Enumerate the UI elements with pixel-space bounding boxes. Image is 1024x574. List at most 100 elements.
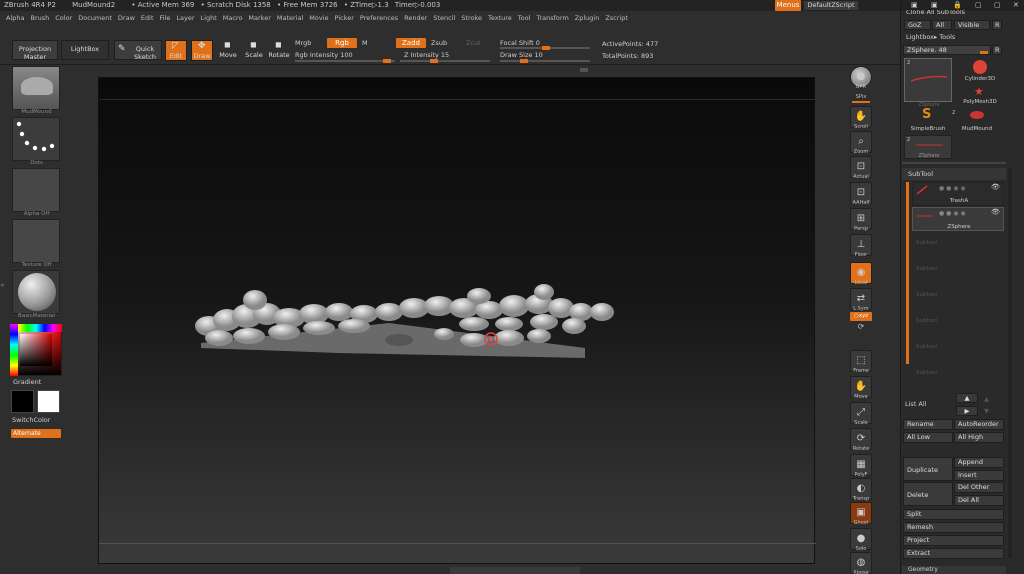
z-intensity-handle[interactable]	[430, 59, 438, 63]
menu-color[interactable]: Color	[55, 12, 72, 25]
tool-thumb-polymesh3d[interactable]: ★ PolyMesh3D	[958, 86, 1002, 108]
zsphere-slider[interactable]: ZSphere. 48	[903, 45, 991, 55]
subtool-toggles-icon[interactable]: ● ● ◉ ◉	[939, 210, 966, 217]
menu-alpha[interactable]: Alpha	[6, 12, 24, 25]
brush-thumbnail[interactable]	[12, 66, 60, 110]
tool-thumb-zsphere[interactable]: 2 ZSphere	[904, 58, 952, 108]
delete-button[interactable]: Delete	[903, 482, 953, 506]
menu-zplugin[interactable]: Zplugin	[575, 12, 600, 25]
zcut-toggle[interactable]: Zcut	[466, 39, 481, 47]
project-button[interactable]: Project	[903, 535, 1004, 546]
scale-button[interactable]: ◼ Scale	[243, 40, 265, 61]
menu-preferences[interactable]: Preferences	[360, 12, 398, 25]
menu-texture[interactable]: Texture	[488, 12, 512, 25]
tool-thumb-simplebrush[interactable]: S SimpleBrush	[906, 108, 950, 134]
menu-light[interactable]: Light	[201, 12, 217, 25]
draw-button[interactable]: ✥ Draw	[191, 40, 213, 61]
clone-all-subtools[interactable]: Clone All SubTools	[906, 10, 965, 16]
bottom-scrollbar[interactable]	[450, 567, 580, 574]
tool-thumb-mudmound[interactable]: 2 MudMound	[952, 108, 1002, 134]
subtool-toggles-icon[interactable]: ● ● ◉ ◉	[939, 185, 966, 192]
texture-thumbnail[interactable]	[12, 219, 60, 263]
material-thumbnail[interactable]	[12, 270, 60, 314]
extract-button[interactable]: Extract	[903, 548, 1004, 559]
eye-icon[interactable]: 👁	[991, 208, 1000, 216]
lightbox-button[interactable]: LightBox	[61, 40, 109, 60]
focal-shift-slider[interactable]	[500, 46, 590, 50]
lightbox-tools[interactable]: Lightbox▸ Tools	[906, 33, 955, 41]
r-button[interactable]: R	[992, 20, 1002, 30]
subtool-scrollbar[interactable]	[906, 182, 909, 364]
default-zscript-button[interactable]: DefaultZScript	[803, 0, 859, 11]
list-all-button[interactable]: List All	[905, 400, 927, 408]
menu-material[interactable]: Material	[277, 12, 303, 25]
menu-stroke[interactable]: Stroke	[461, 12, 482, 25]
goz-button[interactable]: GoZ	[904, 20, 931, 30]
rgb-intensity-handle[interactable]	[383, 59, 391, 63]
draw-size-handle[interactable]	[520, 59, 528, 63]
stroke-thumbnail[interactable]	[12, 117, 60, 161]
duplicate-button[interactable]: Duplicate	[903, 457, 953, 481]
rotate-button[interactable]: ◼ Rotate	[268, 40, 290, 61]
xyz-button[interactable]: ○xyz	[850, 312, 872, 321]
z-intensity-slider[interactable]	[400, 59, 490, 63]
focal-shift-handle[interactable]	[542, 46, 550, 50]
tray-icon-5[interactable]: ▢	[994, 1, 1001, 9]
canvas-viewport[interactable]	[98, 77, 816, 564]
rgb-toggle[interactable]: Rgb	[327, 38, 357, 48]
del-all-button[interactable]: Del All	[954, 495, 1004, 506]
mrgb-toggle[interactable]: Mrgb	[295, 39, 311, 47]
all-low-button[interactable]: All Low	[903, 432, 953, 443]
secondary-color-swatch[interactable]	[37, 390, 60, 413]
menu-layer[interactable]: Layer	[176, 12, 194, 25]
m-toggle[interactable]: M	[362, 39, 368, 47]
append-button[interactable]: Append	[954, 457, 1004, 468]
rotate-axis-icon[interactable]: ⟳	[846, 322, 876, 331]
tray-icon-1[interactable]: ▣	[911, 1, 918, 9]
alternate-button[interactable]: Alternate	[11, 429, 61, 438]
menu-render[interactable]: Render	[404, 12, 427, 25]
rename-button[interactable]: Rename	[903, 419, 953, 430]
gradient-label[interactable]: Gradient	[13, 378, 41, 386]
tool-thumb-zsphere-2[interactable]: 2 ZSphere	[904, 135, 952, 159]
edit-button[interactable]: ◸ Edit	[165, 40, 187, 61]
zadd-toggle[interactable]: Zadd	[396, 38, 426, 48]
lock-icon[interactable]: 🔒	[953, 1, 962, 9]
all-button[interactable]: All	[932, 20, 952, 30]
color-hue-strip-left[interactable]	[10, 324, 18, 376]
menu-movie[interactable]: Movie	[309, 12, 328, 25]
move-button[interactable]: ◼ Move	[217, 40, 239, 61]
move-down-arrow-icon[interactable]: ▶	[956, 406, 978, 416]
menu-transform[interactable]: Transform	[536, 12, 568, 25]
projection-master-button[interactable]: Projection Master	[12, 40, 58, 61]
all-high-button[interactable]: All High	[954, 432, 1004, 443]
menus-button[interactable]: Menus	[775, 0, 801, 11]
visible-button[interactable]: Visible	[954, 20, 990, 30]
draw-size-slider[interactable]	[500, 59, 590, 63]
toolbar-scroll-icon[interactable]	[580, 68, 588, 72]
geometry-header[interactable]: Geometry	[902, 566, 1006, 574]
r-button-2[interactable]: R	[992, 45, 1002, 55]
zsub-toggle[interactable]: Zsub	[431, 39, 447, 47]
menu-tool[interactable]: Tool	[518, 12, 531, 25]
tray-scrollbar[interactable]	[1008, 168, 1012, 558]
subtool-header[interactable]: SubTool	[902, 168, 1006, 180]
subtool-row-trasha[interactable]: ● ● ◉ ◉ 👁 TrashA	[912, 182, 1004, 206]
left-collapse-arrow-icon[interactable]: ◂	[0, 281, 5, 291]
menu-file[interactable]: File	[160, 12, 171, 25]
del-other-button[interactable]: Del Other	[954, 482, 1004, 493]
menu-brush[interactable]: Brush	[30, 12, 49, 25]
color-saturation-square[interactable]	[20, 334, 52, 366]
menu-picker[interactable]: Picker	[335, 12, 354, 25]
switchcolor-button[interactable]: SwitchColor	[12, 416, 50, 424]
eye-icon[interactable]: 👁	[991, 183, 1000, 191]
move-up-arrow-icon[interactable]: ▲	[956, 393, 978, 403]
spix-slider[interactable]	[852, 101, 870, 103]
tool-thumb-cylinder3d[interactable]: Cylinder3D	[958, 58, 1002, 86]
menu-stencil[interactable]: Stencil	[433, 12, 455, 25]
autoreorder-button[interactable]: AutoReorder	[954, 419, 1004, 430]
subtool-row-zsphere[interactable]: ● ● ◉ ◉ 👁 ZSphere	[912, 207, 1004, 231]
quick-sketch-button[interactable]: ✎ Quick Sketch	[114, 40, 162, 61]
close-icon[interactable]: ✕	[1013, 1, 1019, 9]
menu-document[interactable]: Document	[78, 12, 112, 25]
